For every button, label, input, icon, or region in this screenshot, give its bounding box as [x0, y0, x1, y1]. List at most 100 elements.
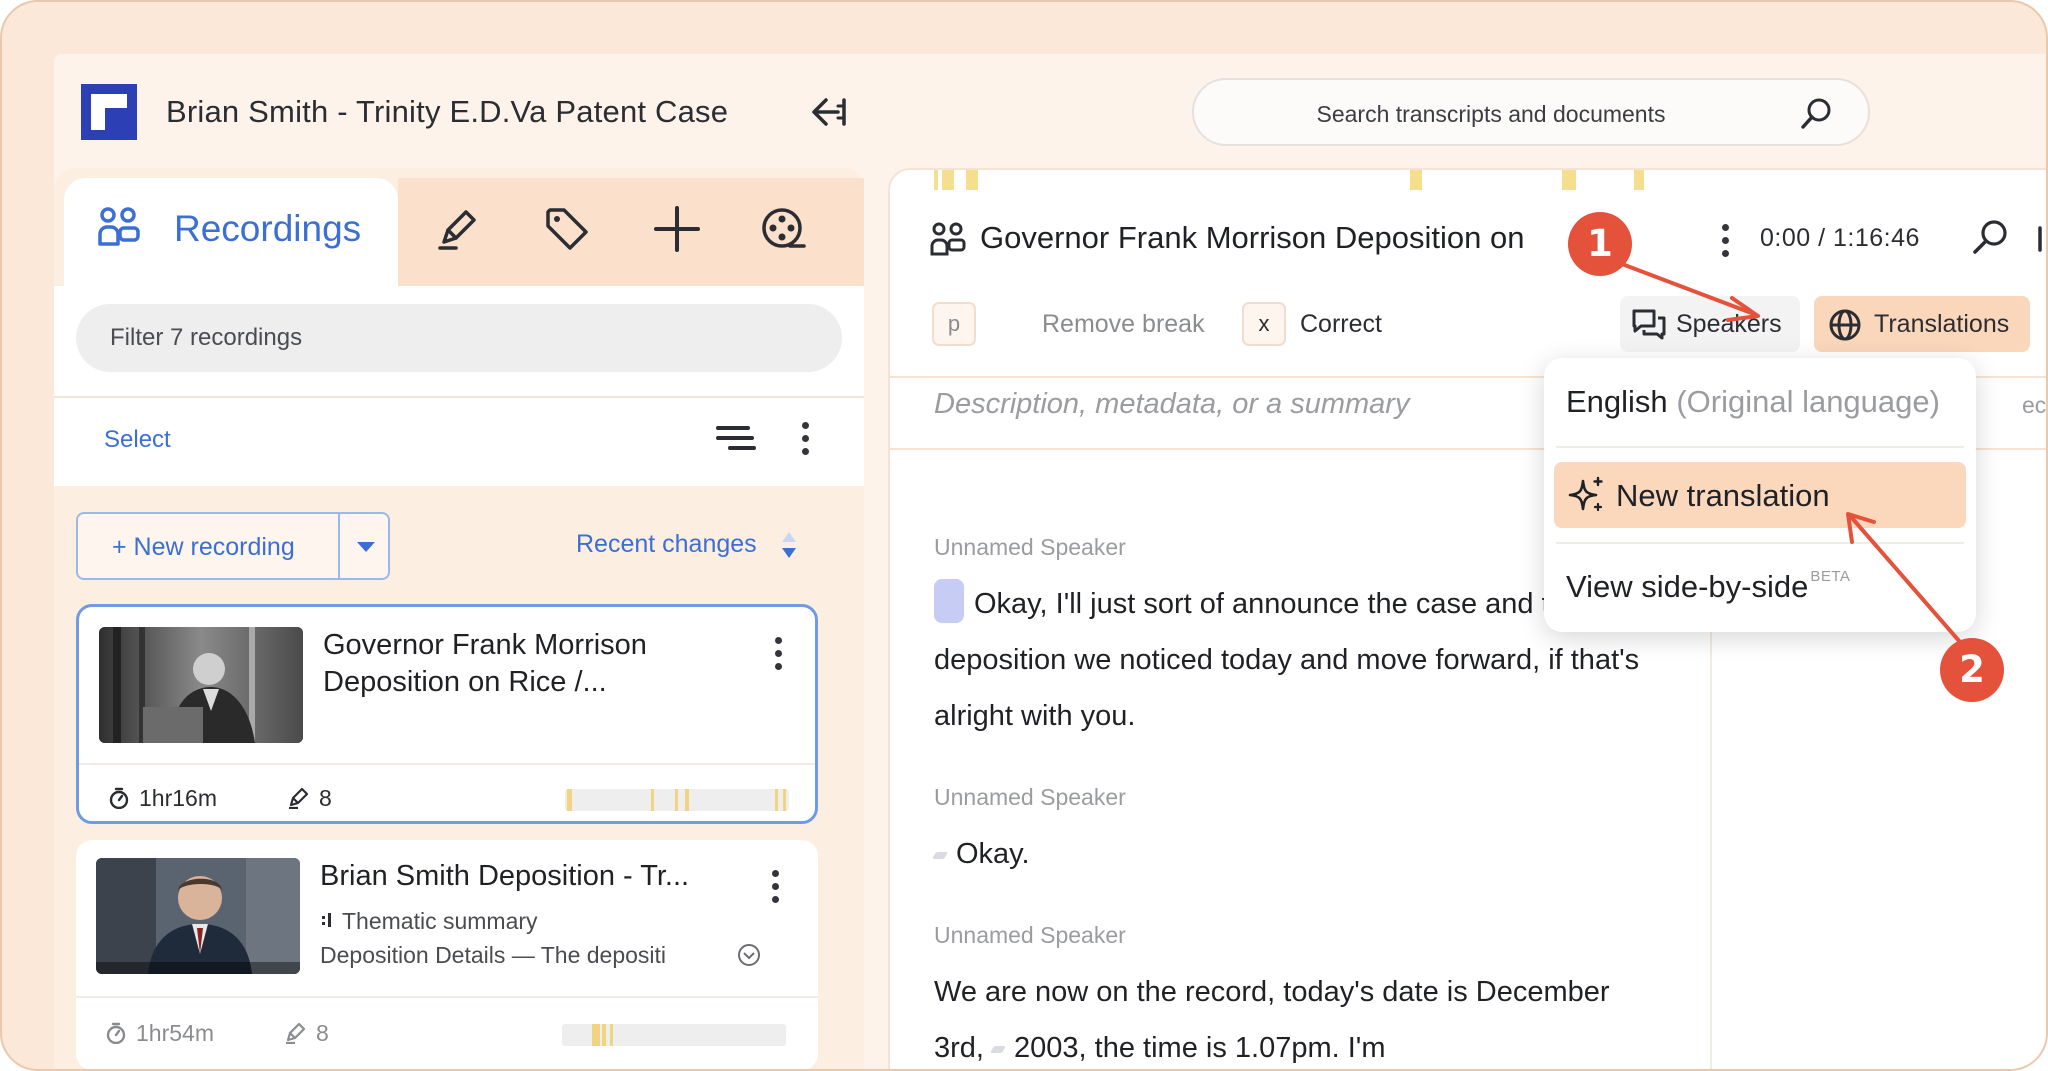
select-link[interactable]: Select: [104, 426, 171, 454]
more-options-icon[interactable]: [800, 422, 810, 456]
waveform-mark: [942, 170, 954, 190]
speaker-label[interactable]: Unnamed Speaker: [934, 784, 1126, 811]
side-by-side-label: View side-by-side: [1566, 569, 1809, 604]
transcript-text: Okay.: [956, 838, 1030, 870]
waveform-mark: [966, 170, 978, 190]
timer-icon: [109, 787, 129, 809]
correct-shortcut: x: [1242, 302, 1286, 346]
recording-duration: 1hr16m: [139, 785, 217, 811]
screenshot-frame: Brian Smith - Trinity E.D.Va Patent Case…: [0, 0, 2048, 1071]
timer-icon: [106, 1022, 126, 1044]
highlight-count: 8: [316, 1020, 329, 1046]
recording-title: Brian Smith Deposition - Tr...: [320, 860, 690, 892]
speakers-button[interactable]: Speakers: [1620, 296, 1800, 352]
export-icon[interactable]: [2036, 220, 2048, 258]
language-name: English: [1566, 384, 1668, 419]
summary-icon: [322, 913, 331, 927]
search-input[interactable]: Search transcripts and documents: [1192, 78, 1870, 146]
menu-divider: [1556, 446, 1964, 448]
expand-chevron-icon[interactable]: [736, 942, 762, 968]
break-marker[interactable]: [934, 579, 964, 623]
beta-badge: BETA: [1810, 568, 1851, 585]
speaker-label[interactable]: Unnamed Speaker: [934, 922, 1126, 949]
step-badge-1: 1: [1568, 212, 1632, 276]
waveform-mark: [934, 170, 938, 190]
speaker-label[interactable]: Unnamed Speaker: [934, 534, 1126, 561]
remove-break-button[interactable]: Remove break: [1042, 310, 1205, 339]
recording-card[interactable]: Governor Frank Morrison Deposition on Ri…: [76, 604, 818, 824]
people-icon: [930, 222, 966, 256]
correct-button[interactable]: Correct: [1300, 310, 1382, 339]
tab-recordings-label: Recordings: [174, 208, 362, 249]
transcript-text: Okay, I'll just sort of announce the cas…: [934, 588, 1640, 732]
language-note: (Original language): [1676, 384, 1940, 419]
list-sort-icon[interactable]: [716, 422, 756, 454]
filter-recordings-input[interactable]: Filter 7 recordings: [76, 304, 842, 372]
tag-icon[interactable]: [544, 206, 590, 252]
transcript-text: 2003, the time is 1.07pm. I'm: [1014, 1032, 1386, 1064]
language-option-english[interactable]: English (Original language): [1566, 384, 1940, 420]
speakers-label: Speakers: [1676, 310, 1782, 338]
highlight-count: 8: [319, 785, 332, 811]
waveform-mark: [1562, 170, 1576, 190]
search-icon[interactable]: [1798, 96, 1834, 132]
recording-timeline: [562, 1024, 786, 1046]
waveform-mark: [1634, 170, 1644, 190]
tab-recordings[interactable]: Recordings: [64, 178, 398, 286]
recording-title: Governor Frank Morrison Deposition on Ri…: [323, 629, 647, 698]
divider: [54, 396, 864, 398]
sparkle-icon: [1568, 476, 1603, 512]
new-recording-button[interactable]: + New recording: [76, 512, 340, 580]
recording-card[interactable]: Brian Smith Deposition - Tr... Thematic …: [76, 840, 818, 1069]
collapse-sidebar-icon[interactable]: [810, 92, 850, 132]
search-icon[interactable]: [1970, 218, 2010, 258]
description-input[interactable]: Description, metadata, or a summary: [934, 388, 1409, 421]
filter-placeholder: Filter 7 recordings: [110, 324, 303, 351]
sort-recent-changes[interactable]: Recent changes: [576, 530, 757, 559]
new-recording-label: + New recording: [112, 533, 295, 561]
translations-dropdown: English (Original language) New translat…: [1544, 358, 1976, 632]
video-thumbnail: [99, 627, 303, 743]
recording-title: Governor Frank Morrison Deposition on: [980, 220, 1525, 255]
chevron-down-icon: [357, 542, 375, 552]
new-translation-label: New translation: [1616, 478, 1830, 513]
summary-type: Thematic summary: [342, 908, 538, 934]
recording-timeline: [565, 789, 789, 811]
menu-divider: [1556, 542, 1964, 544]
new-recording-dropdown-button[interactable]: [338, 512, 390, 580]
recording-duration: 1hr54m: [136, 1020, 214, 1046]
translations-label: Translations: [1874, 310, 2010, 338]
transcript-paragraph[interactable]: Okay.: [931, 826, 1674, 882]
break-marker[interactable]: [931, 851, 949, 859]
speech-bubbles-icon: [1632, 309, 1666, 340]
view-side-by-side-menu-item[interactable]: View side-by-side BETA: [1566, 568, 1850, 605]
case-title: Brian Smith - Trinity E.D.Va Patent Case: [166, 94, 729, 129]
playback-time: 0:00 / 1:16:46: [1760, 224, 1920, 252]
step-badge-2: 2: [1940, 638, 2004, 702]
transcript-paragraph[interactable]: We are now on the record, today's date i…: [934, 964, 1654, 1069]
summary-preview: Deposition Details — The depositi: [320, 942, 667, 968]
sort-caret-icon[interactable]: [780, 528, 798, 562]
remove-break-shortcut: p: [932, 302, 976, 346]
video-thumbnail: [96, 858, 300, 974]
translations-button[interactable]: Translations: [1814, 296, 2030, 352]
highlighter-icon: [286, 1022, 306, 1044]
app-header: Brian Smith - Trinity E.D.Va Patent Case…: [54, 54, 2046, 168]
film-reel-icon[interactable]: [760, 206, 806, 252]
break-marker[interactable]: [990, 1045, 1007, 1053]
search-placeholder: Search transcripts and documents: [1316, 101, 1666, 127]
description-overflow-text: ecordi: [2022, 392, 2047, 418]
card-divider: [76, 996, 818, 998]
card-more-options-icon[interactable]: [773, 637, 783, 671]
highlighter-icon[interactable]: [434, 206, 480, 252]
new-translation-menu-item[interactable]: New translation: [1554, 462, 1966, 528]
recording-more-options-icon[interactable]: [1720, 224, 1730, 258]
card-more-options-icon[interactable]: [770, 870, 780, 904]
app-logo-icon[interactable]: [81, 84, 137, 140]
globe-icon: [1829, 309, 1861, 341]
people-icon: [98, 207, 140, 246]
plus-icon[interactable]: [654, 206, 700, 252]
app-window: Brian Smith - Trinity E.D.Va Patent Case…: [54, 54, 2048, 1069]
highlighter-icon: [289, 787, 309, 809]
recordings-panel: Recordings Filter 7 recordings Select + …: [54, 168, 864, 1069]
